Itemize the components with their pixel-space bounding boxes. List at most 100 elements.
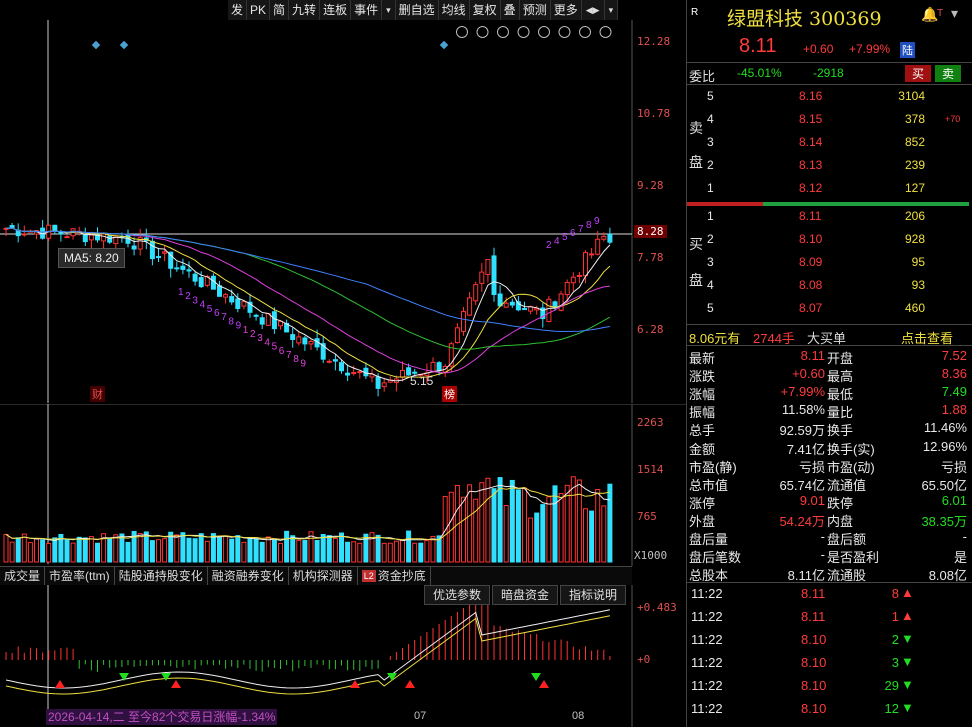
toolbar-item-13[interactable]: ◀▶ bbox=[582, 0, 605, 20]
bid-price[interactable]: 8.10 bbox=[799, 232, 822, 246]
toolbar-item-4[interactable]: 连板 bbox=[320, 0, 352, 20]
volume-bar bbox=[88, 536, 94, 563]
stat-key: 跌停 bbox=[827, 495, 854, 511]
toolbar-item-6[interactable]: ▾ bbox=[382, 0, 396, 20]
sub-indicator-buttons: 优选参数 暗盘资金 指标说明 bbox=[424, 585, 627, 605]
volume-bar bbox=[552, 485, 558, 563]
down-arrow-icon: ▼ bbox=[901, 677, 914, 692]
volume-bar bbox=[95, 542, 100, 563]
sell-button[interactable]: 卖 bbox=[935, 65, 962, 82]
bid-price[interactable]: 8.11 bbox=[799, 209, 821, 223]
indicator-help-button[interactable]: 指标说明 bbox=[560, 585, 627, 605]
price-axis-label: 9.28 bbox=[637, 179, 664, 192]
buy-button[interactable]: 买 bbox=[905, 65, 932, 82]
volume-bar bbox=[595, 489, 601, 563]
candlestick-chart[interactable]: 1 2 3 4 5 6 7 8 9 1 2 3 4 5 6 7 8 92 4 5 6 7 8 9 bbox=[0, 20, 686, 423]
stat-key: 金额 bbox=[689, 441, 716, 457]
stat-value: 8.36 bbox=[941, 366, 967, 382]
candle-body bbox=[180, 265, 186, 270]
candle-body bbox=[461, 311, 466, 332]
volume-bar bbox=[76, 536, 82, 563]
stat-key: 最新 bbox=[689, 351, 716, 366]
bid-volume: 93 bbox=[911, 278, 925, 292]
toolbar-item-1[interactable]: PK bbox=[247, 0, 271, 20]
candle-body bbox=[326, 360, 332, 363]
tab-northbound[interactable]: 陆股通持股变化 bbox=[115, 567, 208, 585]
toolbar-item-14[interactable]: ▾ bbox=[605, 0, 619, 20]
ask-change: +70 bbox=[945, 114, 961, 124]
stat-value: 6.01 bbox=[941, 492, 967, 508]
volume-bar bbox=[583, 508, 588, 563]
date-axis-label: 08 bbox=[572, 710, 585, 722]
candle-body bbox=[436, 362, 442, 372]
candle-body bbox=[589, 253, 595, 256]
volume-bar bbox=[296, 539, 302, 563]
toolbar-item-3[interactable]: 九转 bbox=[289, 0, 321, 20]
toolbar-item-7[interactable]: 删自选 bbox=[396, 0, 439, 20]
tab-capital-bottom[interactable]: L2 资金抄底 bbox=[358, 567, 431, 585]
ask-price[interactable]: 8.15 bbox=[799, 112, 822, 126]
volume-bar bbox=[186, 537, 192, 563]
sell-side-label-2: 盘 bbox=[689, 154, 703, 170]
volume-bar bbox=[479, 482, 485, 563]
stat-key: 最高 bbox=[827, 369, 854, 385]
toolbar-item-10[interactable]: 叠 bbox=[501, 0, 520, 20]
volume-chart[interactable] bbox=[0, 404, 686, 566]
stat-value: 12.96% bbox=[922, 438, 967, 454]
more-icon[interactable]: ▾ bbox=[951, 5, 958, 22]
stat-value: 8.11 bbox=[800, 348, 825, 363]
toolbar-item-11[interactable]: 预测 bbox=[520, 0, 551, 20]
ask-price[interactable]: 8.13 bbox=[799, 158, 822, 172]
tick-price: 8.10 bbox=[801, 632, 827, 647]
tab-margin[interactable]: 融资融券变化 bbox=[208, 567, 289, 585]
countdown-digit: 1 bbox=[178, 287, 184, 298]
tick-time: 11:22 bbox=[691, 586, 723, 601]
volume-bar bbox=[448, 491, 454, 563]
countdown-digit: 4 bbox=[554, 236, 560, 247]
t-icon[interactable]: T bbox=[937, 8, 943, 19]
volume-bar bbox=[522, 487, 527, 563]
stat-key: 最低 bbox=[827, 387, 854, 403]
buy-side-label-1: 买 bbox=[689, 236, 703, 252]
stat-value: 7.52 bbox=[941, 348, 967, 363]
tab-volume[interactable]: 成交量 bbox=[0, 567, 46, 585]
preferred-params-button[interactable]: 优选参数 bbox=[424, 585, 491, 605]
dark-pool-button[interactable]: 暗盘资金 bbox=[492, 585, 559, 605]
volume-bar bbox=[278, 542, 283, 563]
toolbar-item-8[interactable]: 均线 bbox=[439, 0, 470, 20]
ask-price[interactable]: 8.16 bbox=[799, 89, 822, 103]
toolbar-item-12[interactable]: 更多 bbox=[551, 0, 582, 20]
volume-bar bbox=[607, 483, 613, 563]
countdown-digit: 2 bbox=[250, 329, 256, 340]
finance-marker[interactable]: 财 bbox=[90, 386, 105, 402]
macd-chart[interactable] bbox=[0, 585, 686, 727]
stat-key: 盘后额 bbox=[827, 532, 867, 547]
volume-bar bbox=[192, 538, 198, 563]
toolbar-item-2[interactable]: 简 bbox=[270, 0, 290, 20]
l2-badge: L2 bbox=[361, 570, 376, 582]
toolbar-item-5[interactable]: 事件 bbox=[351, 0, 383, 20]
candle-body bbox=[259, 317, 265, 325]
candle-body bbox=[430, 361, 436, 373]
dragon-tiger-marker[interactable]: 榜 bbox=[442, 386, 457, 402]
bid-price[interactable]: 8.07 bbox=[799, 301, 822, 315]
tab-institution-detector[interactable]: 机构探测器 bbox=[289, 567, 358, 585]
bell-icon[interactable]: 🔔 bbox=[921, 6, 938, 23]
volume-bar bbox=[113, 534, 119, 563]
toolbar-item-0[interactable]: 发 bbox=[228, 0, 248, 20]
bid-price[interactable]: 8.08 bbox=[799, 278, 822, 292]
candle-body bbox=[162, 251, 168, 254]
stat-value: 9.01 bbox=[799, 492, 825, 508]
candle-body bbox=[607, 233, 613, 243]
candle-body bbox=[351, 372, 357, 375]
ask-price[interactable]: 8.12 bbox=[799, 181, 822, 195]
volume-bar bbox=[235, 535, 241, 563]
bid-price[interactable]: 8.09 bbox=[799, 255, 822, 269]
candle-body bbox=[345, 372, 351, 376]
stat-value: 亏损 bbox=[940, 459, 967, 475]
candle-body bbox=[296, 336, 302, 344]
candle-body bbox=[522, 308, 527, 311]
tab-pe-ttm[interactable]: 市盈率(ttm) bbox=[45, 567, 115, 585]
ask-price[interactable]: 8.14 bbox=[799, 135, 822, 149]
toolbar-item-9[interactable]: 复权 bbox=[470, 0, 501, 20]
